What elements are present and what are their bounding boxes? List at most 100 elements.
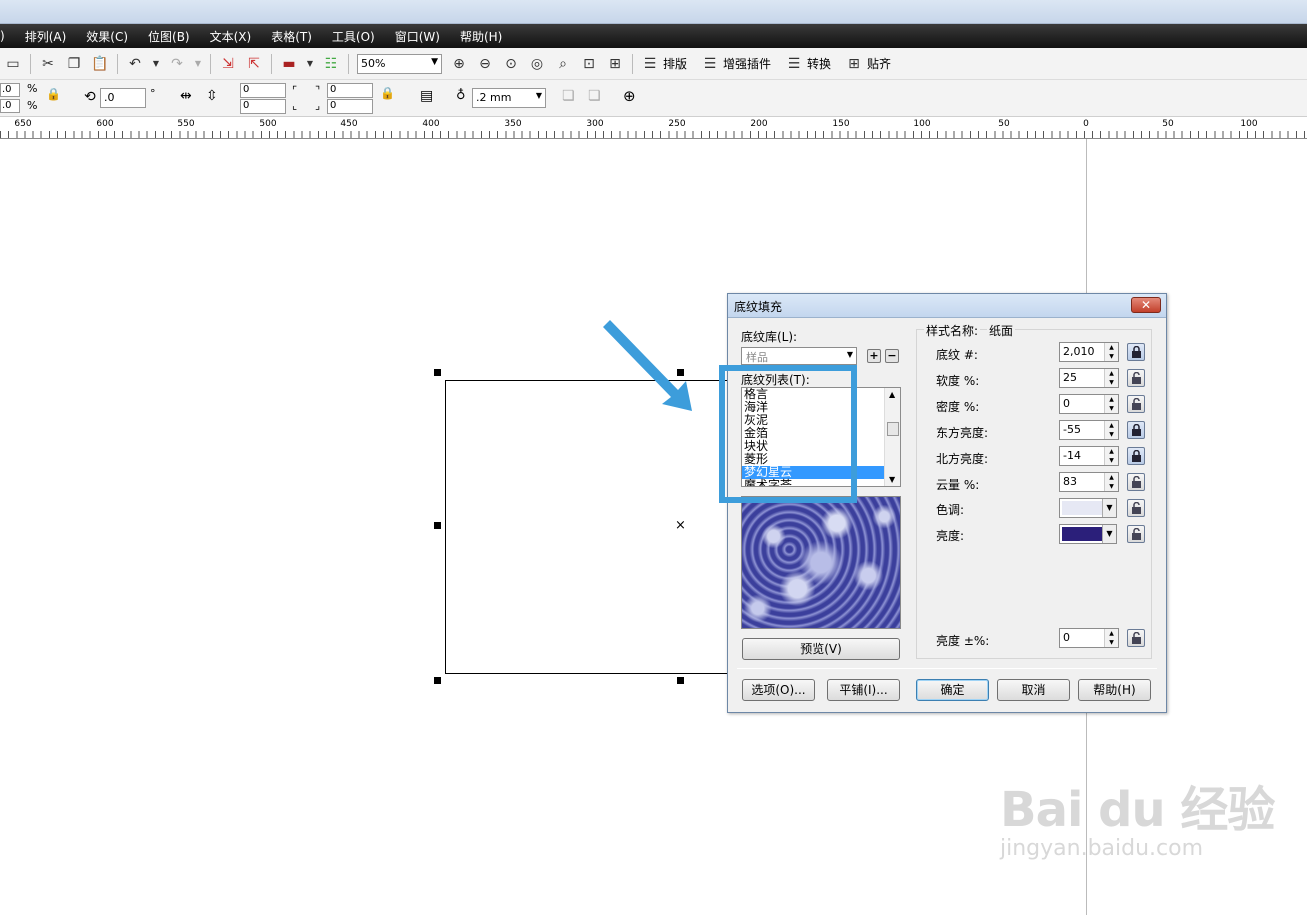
print-icon[interactable]: ▭ <box>4 55 22 73</box>
texture-number-input[interactable]: 2,010 ▲ ▼ <box>1059 342 1119 362</box>
to-front-icon[interactable]: ❏ <box>562 88 575 104</box>
spin-arrows-icon[interactable]: ▲ ▼ <box>1104 629 1118 647</box>
menu-item-bitmaps[interactable]: 位图(B) <box>138 28 200 45</box>
zoom-all-icon[interactable]: ◎ <box>528 55 546 73</box>
zoom-level-select[interactable]: 50% ▼ <box>357 53 442 74</box>
center-mark-icon[interactable]: × <box>675 518 686 533</box>
cancel-button[interactable]: 取消 <box>997 679 1070 701</box>
undo-dropdown-icon[interactable]: ▼ <box>152 55 160 73</box>
texture-library-select[interactable]: 样品 ▼ <box>741 347 857 365</box>
selection-handle[interactable] <box>434 522 441 529</box>
scroll-down-icon[interactable]: ▼ <box>889 475 895 484</box>
layout-button[interactable]: 排版 <box>663 55 687 72</box>
redo-icon[interactable]: ↷ <box>168 55 186 73</box>
cut-icon[interactable]: ✂ <box>39 55 57 73</box>
spin-arrows-icon[interactable]: ▲ ▼ <box>1104 473 1118 491</box>
wrap-text-icon[interactable]: ▤ <box>420 88 433 104</box>
ok-button[interactable]: 确定 <box>916 679 989 701</box>
spin-arrows-icon[interactable]: ▲ ▼ <box>1104 395 1118 413</box>
mirror-horizontal-icon[interactable]: ⇹ <box>180 88 192 104</box>
lock-ratio-icon[interactable]: 🔒 <box>46 87 61 101</box>
cloud-amount-input[interactable]: 83 ▲ ▼ <box>1059 472 1119 492</box>
unlock-icon[interactable] <box>1127 473 1145 491</box>
enhance-plugin-button[interactable]: 增强插件 <box>723 55 771 72</box>
convert-to-curves-icon[interactable]: ⊕ <box>623 87 636 105</box>
softness-input[interactable]: 25 ▲ ▼ <box>1059 368 1119 388</box>
spin-arrows-icon[interactable]: ▲ ▼ <box>1104 421 1118 439</box>
zoom-selected-icon[interactable]: ⊙ <box>502 55 520 73</box>
horizontal-ruler[interactable]: 650 600 550 500 450 400 350 300 250 200 … <box>0 117 1307 139</box>
corner-y2-input[interactable]: 0 <box>327 99 373 114</box>
zoom-in-icon[interactable]: ⊕ <box>450 55 468 73</box>
launcher-dropdown-icon[interactable]: ▼ <box>306 55 314 73</box>
dialog-title-bar[interactable]: 底纹填充 ✕ <box>728 294 1166 318</box>
menu-item-tools[interactable]: 工具(O) <box>322 28 385 45</box>
spin-arrows-icon[interactable]: ▲ ▼ <box>1104 369 1118 387</box>
lock-icon[interactable] <box>1127 343 1145 361</box>
param-label: 底纹 #: <box>936 348 978 362</box>
lock-icon[interactable] <box>1127 447 1145 465</box>
unlock-icon[interactable] <box>1127 499 1145 517</box>
close-icon[interactable]: ✕ <box>1131 297 1161 313</box>
param-label: 北方亮度: <box>936 452 989 466</box>
mirror-vertical-icon[interactable]: ⇳ <box>206 88 218 104</box>
redo-dropdown-icon[interactable]: ▼ <box>194 55 202 73</box>
corner-y1-input[interactable]: 0 <box>327 83 373 98</box>
spin-arrows-icon[interactable]: ▲ ▼ <box>1104 343 1118 361</box>
selected-rectangle[interactable] <box>445 380 729 674</box>
outline-width-select[interactable]: .2 mm ▼ <box>472 88 546 108</box>
paste-icon[interactable]: 📋 <box>91 55 109 73</box>
selection-handle[interactable] <box>677 677 684 684</box>
selection-handle[interactable] <box>434 677 441 684</box>
menu-item-window[interactable]: 窗口(W) <box>385 28 450 45</box>
selection-handle[interactable] <box>434 369 441 376</box>
zoom-width-icon[interactable]: ⊡ <box>580 55 598 73</box>
menu-item-arrange[interactable]: 排列(A) <box>15 28 77 45</box>
scale-y-input[interactable]: .0 <box>0 99 20 113</box>
menu-item-effects[interactable]: 效果(C) <box>76 28 138 45</box>
hue-color-picker[interactable]: ▼ <box>1059 498 1117 518</box>
unlock-icon[interactable] <box>1127 629 1145 647</box>
snap-button[interactable]: 贴齐 <box>867 55 891 72</box>
help-button[interactable]: 帮助(H) <box>1078 679 1151 701</box>
round-corners-lock-icon[interactable]: 🔒 <box>380 86 395 100</box>
menu-item-table[interactable]: 表格(T) <box>261 28 322 45</box>
add-library-button[interactable]: + <box>867 349 881 363</box>
north-brightness-input[interactable]: -14 ▲ ▼ <box>1059 446 1119 466</box>
remove-library-button[interactable]: − <box>885 349 899 363</box>
tile-button[interactable]: 平铺(I)... <box>827 679 900 701</box>
application-launcher-icon[interactable]: ▬ <box>280 55 298 73</box>
zoom-page-icon[interactable]: ⌕ <box>554 55 572 73</box>
menu-item-truncated[interactable]: ) <box>0 29 15 43</box>
corner-x2-input[interactable]: 0 <box>240 99 286 114</box>
undo-icon[interactable]: ↶ <box>126 55 144 73</box>
lock-icon[interactable] <box>1127 421 1145 439</box>
brightness-pm-input[interactable]: 0 ▲ ▼ <box>1059 628 1119 648</box>
brightness-color-picker[interactable]: ▼ <box>1059 524 1117 544</box>
export-icon[interactable]: ⇱ <box>245 55 263 73</box>
convert-button[interactable]: 转换 <box>807 55 831 72</box>
import-icon[interactable]: ⇲ <box>219 55 237 73</box>
unlock-icon[interactable] <box>1127 369 1145 387</box>
scroll-thumb[interactable] <box>887 422 899 436</box>
preview-button[interactable]: 预览(V) <box>742 638 900 660</box>
unlock-icon[interactable] <box>1127 525 1145 543</box>
rotation-angle-input[interactable]: .0 <box>100 88 146 108</box>
to-back-icon[interactable]: ❏ <box>588 88 601 104</box>
options-icon[interactable]: ☷ <box>322 55 340 73</box>
scale-x-input[interactable]: .0 <box>0 83 20 97</box>
list-scrollbar[interactable]: ▲ ▼ <box>884 388 900 486</box>
texture-preview-image <box>741 496 901 629</box>
corner-x1-input[interactable]: 0 <box>240 83 286 98</box>
scroll-up-icon[interactable]: ▲ <box>889 390 895 399</box>
menu-item-text[interactable]: 文本(X) <box>200 28 262 45</box>
menu-item-help[interactable]: 帮助(H) <box>450 28 512 45</box>
zoom-height-icon[interactable]: ⊞ <box>606 55 624 73</box>
east-brightness-input[interactable]: -55 ▲ ▼ <box>1059 420 1119 440</box>
density-input[interactable]: 0 ▲ ▼ <box>1059 394 1119 414</box>
unlock-icon[interactable] <box>1127 395 1145 413</box>
spin-arrows-icon[interactable]: ▲ ▼ <box>1104 447 1118 465</box>
copy-icon[interactable]: ❐ <box>65 55 83 73</box>
options-button[interactable]: 选项(O)... <box>742 679 815 701</box>
zoom-out-icon[interactable]: ⊖ <box>476 55 494 73</box>
